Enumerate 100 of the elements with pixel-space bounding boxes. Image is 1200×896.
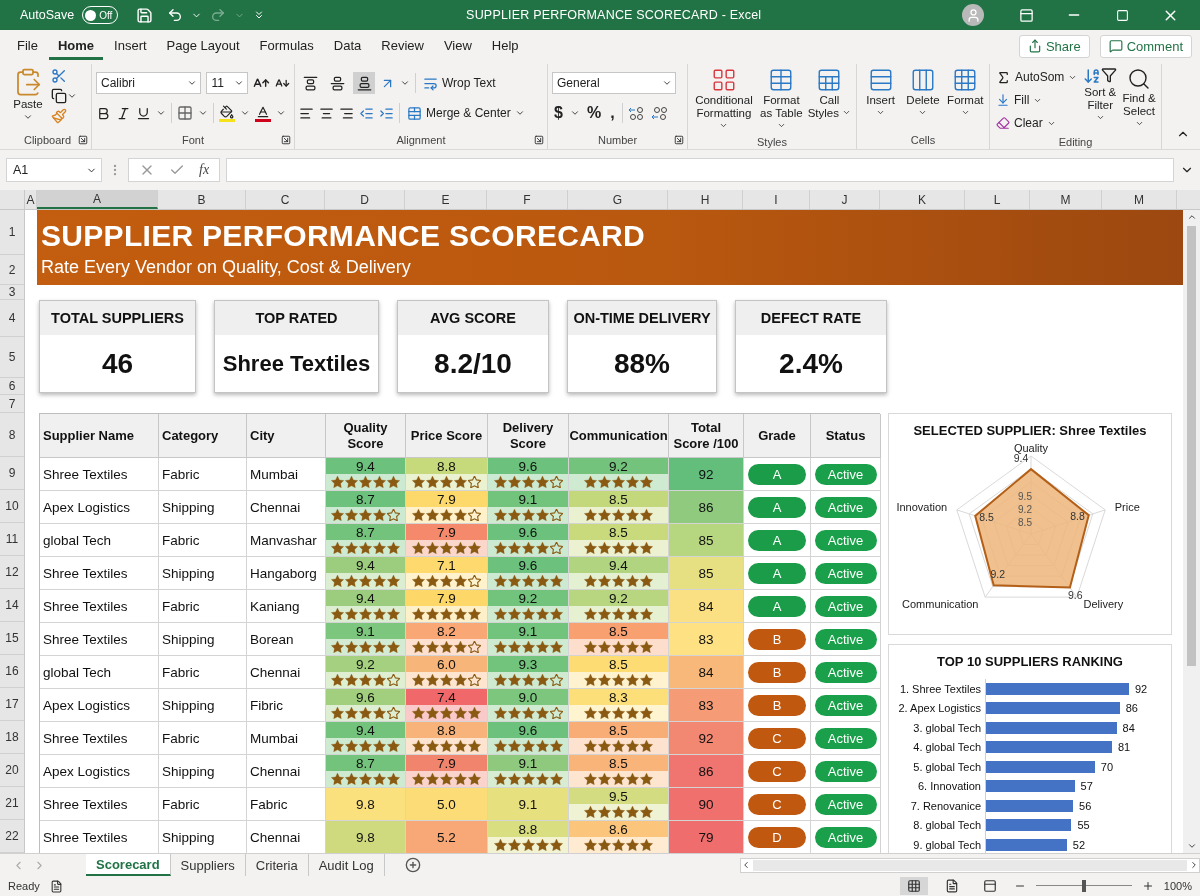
score-value: 9.1 [488, 623, 568, 639]
score-value: 7.4 [406, 689, 487, 705]
column-letter[interactable]: H [668, 190, 743, 209]
wrap-text-button[interactable]: Wrop Text [421, 72, 498, 94]
total-score: 92 [669, 722, 744, 755]
row-number[interactable]: 16 [0, 655, 24, 688]
table-header: Delivery Score [488, 414, 569, 458]
row-number[interactable]: 1 [0, 210, 24, 255]
name-box[interactable]: A1 [6, 158, 102, 182]
status-badge: Active [814, 727, 877, 749]
ribbon-tab[interactable]: File [8, 32, 47, 60]
group-label: Styles [756, 134, 788, 149]
row-number[interactable]: 2 [0, 255, 24, 285]
comma-button[interactable]: , [608, 104, 617, 122]
grade-badge: A [748, 562, 806, 584]
ribbon-tab[interactable]: View [434, 32, 481, 60]
row-number[interactable]: 21 [0, 787, 24, 820]
column-letter[interactable]: M [1030, 190, 1102, 209]
row-number[interactable]: 6 [0, 378, 24, 395]
style-button[interactable]: Conditional Formatting [692, 66, 756, 134]
sheet-tab[interactable]: Criteria [245, 854, 309, 876]
ribbon-tab[interactable]: Help [482, 32, 528, 60]
percent-button[interactable]: % [584, 104, 604, 122]
table-cell: Shree Textiles [40, 557, 159, 590]
sheet-tab[interactable]: Audit Log [308, 854, 385, 876]
ribbon-tab[interactable]: Formulas [250, 32, 323, 60]
sheet-tab[interactable]: Suppliers [170, 854, 246, 876]
column-letter[interactable]: G [568, 190, 668, 209]
table-header: Communication [569, 414, 669, 458]
table-cell: Shree Textiles [40, 458, 159, 491]
row-number[interactable]: 7 [0, 395, 24, 413]
ribbon-tab[interactable]: Page Layout [157, 32, 249, 60]
row-number[interactable]: 3 [0, 285, 24, 300]
sort-filter-button[interactable]: Sort & Filter [1082, 66, 1119, 126]
kpi-label: TOP RATED [215, 301, 378, 335]
row-number[interactable]: 4 [0, 300, 24, 337]
column-letter[interactable]: D [325, 190, 405, 209]
style-button[interactable]: Format as Table [758, 66, 804, 134]
cells-button[interactable]: Insert [861, 66, 901, 118]
status-badge: Active [814, 463, 877, 485]
row-number[interactable]: 11 [0, 523, 24, 556]
score-value: 9.6 [488, 722, 568, 738]
row-number[interactable]: 17 [0, 688, 24, 721]
grade-badge: C [748, 727, 806, 749]
column-letter[interactable]: C [246, 190, 325, 209]
column-letter[interactable]: A [37, 190, 158, 209]
score-value: 9.6 [488, 524, 568, 540]
table-cell: Fabric [159, 524, 247, 557]
column-letter[interactable]: B [158, 190, 246, 209]
comment-button[interactable]: Comment [1099, 34, 1192, 58]
style-button[interactable]: Call Styles [806, 66, 852, 121]
merge-center-button[interactable]: Merge & Center [405, 102, 527, 124]
row-number[interactable]: 20 [0, 754, 24, 787]
total-score: 85 [669, 557, 744, 590]
total-score: 83 [669, 623, 744, 656]
total-score: 90 [669, 788, 744, 821]
cells-button[interactable]: Delete [903, 66, 943, 118]
status-badge: Active [814, 661, 877, 683]
column-letter[interactable]: K [880, 190, 965, 209]
sheet-tab[interactable]: Scorecard [86, 854, 171, 876]
number-format-field[interactable]: General [552, 72, 676, 94]
find-select-button[interactable]: Find & Select [1121, 66, 1157, 132]
row-number[interactable]: 14 [0, 589, 24, 622]
status-badge: Active [814, 595, 877, 617]
column-letter[interactable]: I [743, 190, 810, 209]
autosum-button[interactable]: AutoSom [994, 66, 1080, 88]
column-letter[interactable]: F [487, 190, 568, 209]
group-label: Cells [909, 133, 937, 148]
ribbon-tab[interactable]: Home [48, 32, 104, 60]
total-score: 84 [669, 656, 744, 689]
font-name-field[interactable]: Calibri [96, 72, 202, 94]
currency-button[interactable]: $ [552, 104, 565, 122]
table-cell: Apex Logistics [40, 755, 159, 788]
paste-button[interactable]: Paste [8, 66, 48, 123]
bar-label: 3. global Tech [912, 721, 982, 734]
score-value: 8.8 [406, 458, 487, 474]
share-button[interactable]: Share [1018, 34, 1090, 58]
window-title: SUPPLIER PERFORMANCE SCORECARD - Excel [465, 8, 763, 22]
column-letter[interactable]: M [1102, 190, 1177, 209]
column-letter[interactable]: L [965, 190, 1030, 209]
font-size-field[interactable]: 11 [206, 72, 249, 94]
row-number[interactable]: 12 [0, 556, 24, 589]
row-number[interactable]: 5 [0, 337, 24, 378]
score-value: 9.4 [569, 557, 668, 573]
column-letter[interactable]: J [810, 190, 880, 209]
row-number[interactable]: 8 [0, 413, 24, 457]
fill-button[interactable]: Fill [994, 89, 1080, 111]
ribbon-tab[interactable]: Insert [105, 32, 156, 60]
row-number[interactable]: 18 [0, 721, 24, 754]
cells-button[interactable]: Format [945, 66, 985, 118]
grade-badge: A [748, 463, 806, 485]
clear-button[interactable]: Clear [994, 112, 1080, 134]
row-number[interactable]: 9 [0, 457, 24, 490]
ribbon-tab[interactable]: Review [372, 32, 433, 60]
row-number[interactable]: 10 [0, 490, 24, 523]
ribbon-tab[interactable]: Data [324, 32, 371, 60]
insert-function-button[interactable]: fx [199, 162, 210, 178]
row-number[interactable]: 15 [0, 622, 24, 655]
row-number[interactable]: 22 [0, 820, 24, 853]
column-letter[interactable]: E [405, 190, 487, 209]
